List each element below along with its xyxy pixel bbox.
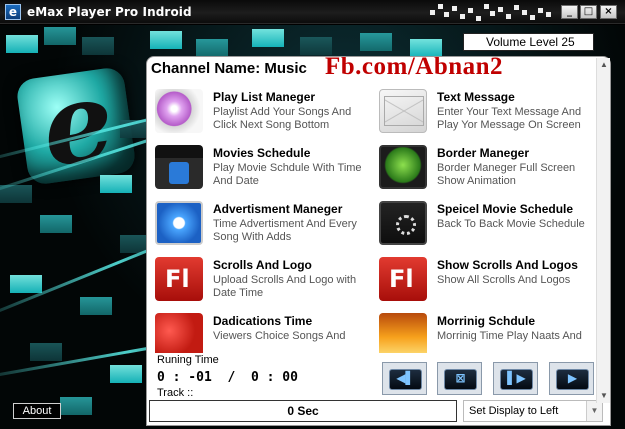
- feature-item[interactable]: Movies Schedule Play Movie Schdule With T…: [147, 143, 375, 195]
- previous-button[interactable]: ◀▌: [382, 362, 427, 395]
- loading-player-icon: [379, 201, 427, 245]
- feature-item[interactable]: Advertisment Maneger Time Advertisment An…: [147, 199, 375, 251]
- channel-name: Channel Name: Music: [151, 60, 307, 77]
- flash-icon: Fl: [379, 257, 427, 301]
- main-panel: Channel Name: Music Fb.com/Abnan2 Play L…: [146, 56, 611, 426]
- compass-icon: [155, 201, 203, 245]
- feature-item-description: Enter Your Text Message And Play Yor Mes…: [437, 106, 582, 131]
- chevron-down-icon[interactable]: ▼: [586, 401, 602, 421]
- feature-item[interactable]: Morrinig Schdule Morrinig Time Play Naats…: [371, 311, 597, 353]
- runing-time-label: Runing Time: [157, 354, 219, 366]
- previous-icon: ◀▌: [396, 371, 415, 385]
- feature-item-title: Speicel Movie Schedule: [437, 202, 574, 216]
- feature-item-title: Scrolls And Logo: [213, 258, 312, 272]
- flash-icon: Fl: [155, 257, 203, 301]
- next-icon: ▌▶: [507, 371, 526, 385]
- time-separator: /: [227, 370, 236, 385]
- feature-item[interactable]: Dadications Time Viewers Choice Songs And: [147, 311, 375, 353]
- feature-item-title: Morrinig Schdule: [437, 314, 536, 328]
- scroll-down-icon[interactable]: ▼: [597, 389, 611, 403]
- feature-item-title: Dadications Time: [213, 314, 313, 328]
- feature-item[interactable]: Fl Scrolls And Logo Upload Scrolls And Log…: [147, 255, 375, 307]
- stop-icon: ⊠: [455, 371, 466, 385]
- heart-icon: [155, 313, 203, 353]
- next-button[interactable]: ▌▶: [493, 362, 538, 395]
- envelope-icon: [379, 89, 427, 133]
- feature-item-title: Text Message: [437, 90, 515, 104]
- decorative-squares: [430, 2, 555, 22]
- feature-item[interactable]: Play List Maneger Playlist Add Your Songs…: [147, 87, 375, 139]
- feature-item[interactable]: Speicel Movie Schedule Back To Back Movie…: [371, 199, 597, 251]
- seconds-status: 0 Sec: [149, 400, 457, 422]
- feature-item-title: Movies Schedule: [213, 146, 311, 160]
- watermark-text: Fb.com/Abnan2: [325, 56, 504, 80]
- panel-scrollbar[interactable]: ▲ ▼: [596, 58, 610, 403]
- time-elapsed: 0 : -01: [157, 370, 212, 385]
- sunset-icon: [379, 313, 427, 353]
- app-logo-icon[interactable]: e: [5, 4, 21, 20]
- feature-item[interactable]: Border Maneger Border Maneger Full Screen…: [371, 143, 597, 195]
- feature-item-description: Border Maneger Full Screen Show Animatio…: [437, 162, 576, 187]
- feature-item-title: Play List Maneger: [213, 90, 316, 104]
- stop-button[interactable]: ⊠: [437, 362, 482, 395]
- close-button[interactable]: ×: [600, 5, 617, 19]
- feature-item-description: Time Advertisment And Every Song With Ad…: [213, 218, 357, 243]
- feature-item-title: Advertisment Maneger: [213, 202, 343, 216]
- feature-item[interactable]: Fl Show Scrolls And Logos Show All Scrolls…: [371, 255, 597, 307]
- feature-item[interactable]: Text Message Enter Your Text Message And …: [371, 87, 597, 139]
- scroll-up-icon[interactable]: ▲: [597, 58, 611, 72]
- feature-item-description: Upload Scrolls And Logo with Date Time: [213, 274, 357, 299]
- about-button[interactable]: About: [13, 403, 61, 419]
- title-bar: e eMax Player Pro Indroid _ □ ×: [0, 0, 625, 24]
- volume-level-display[interactable]: Volume Level 25: [463, 33, 594, 51]
- feature-item-description: Playlist Add Your Songs And Click Next S…: [213, 106, 352, 131]
- feature-item-description: Morrinig Time Play Naats And: [437, 330, 582, 342]
- maximize-button[interactable]: □: [580, 5, 597, 19]
- feature-item-description: Show All Scrolls And Logos: [437, 274, 571, 286]
- feature-item-description: Viewers Choice Songs And: [213, 330, 346, 342]
- feature-item-description: Play Movie Schdule With Time And Date: [213, 162, 362, 187]
- feature-item-title: Border Maneger: [437, 146, 530, 160]
- track-label: Track ::: [157, 387, 194, 399]
- play-icon: ▶: [567, 371, 578, 385]
- minimize-button[interactable]: _: [561, 5, 578, 19]
- feature-list: Play List Maneger Playlist Add Your Songs…: [147, 85, 597, 353]
- playlist-disc-icon: [155, 89, 203, 133]
- clover-display-icon: [379, 145, 427, 189]
- time-readout: 0 : -01 / 0 : 00: [157, 370, 298, 385]
- feature-item-description: Back To Back Movie Schedule: [437, 218, 585, 230]
- time-total: 0 : 00: [250, 370, 298, 385]
- clapperboard-icon: [155, 145, 203, 189]
- display-position-select[interactable]: Set Display to Left ▼: [463, 400, 603, 422]
- display-position-value: Set Display to Left: [469, 405, 559, 417]
- feature-item-title: Show Scrolls And Logos: [437, 258, 578, 272]
- play-button[interactable]: ▶: [549, 362, 594, 395]
- window-title: eMax Player Pro Indroid: [27, 5, 192, 19]
